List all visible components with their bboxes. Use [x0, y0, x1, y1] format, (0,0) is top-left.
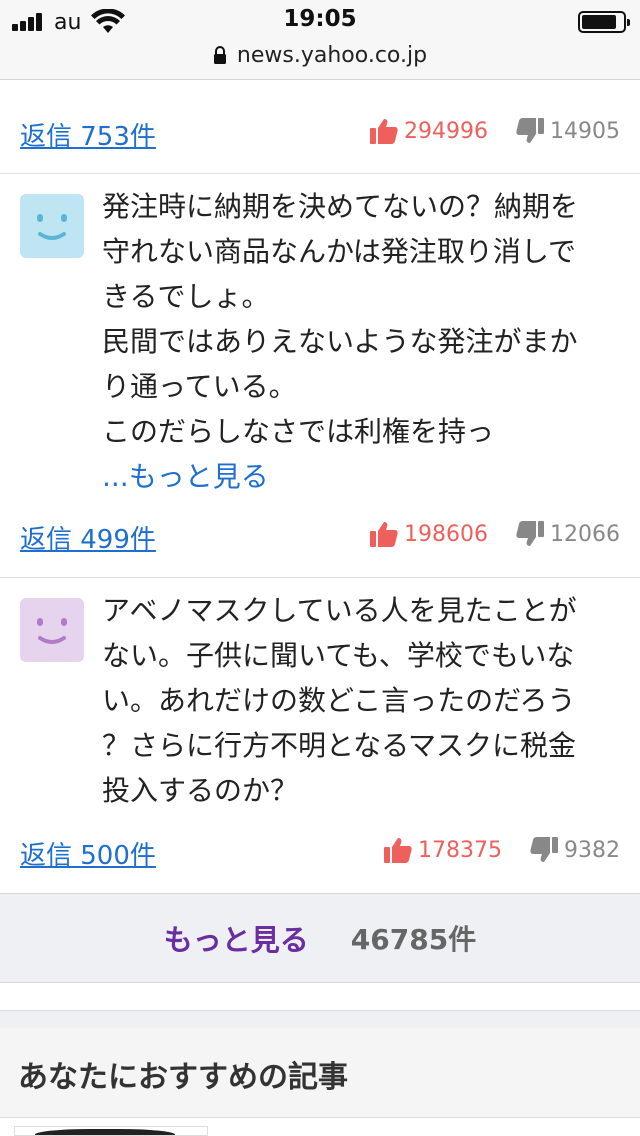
like-count: 294996 [404, 118, 488, 144]
comment-line: ない。子供に聞いても、学校でもいな [102, 639, 575, 672]
load-more-bar: もっと見る 46785件 [0, 893, 640, 983]
vote-group: 294996 14905 [370, 118, 620, 144]
url-text: news.yahoo.co.jp [236, 42, 428, 68]
comment-total-count: 46785件 [350, 923, 477, 956]
dislike-count: 12066 [550, 521, 620, 547]
comment-line: ？さらに行方不明となるマスクに税金 [102, 729, 577, 762]
avatar [20, 194, 84, 258]
lock-icon [213, 46, 226, 64]
dislike-count: 9382 [564, 837, 620, 863]
vote-group: 198606 12066 [370, 521, 620, 547]
read-more-link[interactable]: ...もっと見る [102, 454, 622, 499]
address-bar[interactable]: news.yahoo.co.jp [0, 40, 640, 70]
thumbs-up-icon [370, 119, 398, 144]
thumbnail-image [35, 1129, 175, 1135]
reply-link[interactable]: 返信 753件 [20, 116, 156, 153]
dislike-button[interactable]: 9382 [530, 837, 620, 863]
recommend-header: あなたにおすすめの記事 [0, 1028, 640, 1118]
like-count: 198606 [404, 521, 488, 547]
status-bar: au 19:05 news.yahoo.co.jp [0, 0, 640, 80]
thumbs-down-icon [516, 118, 544, 143]
like-button[interactable]: 198606 [370, 521, 488, 547]
dislike-button[interactable]: 14905 [516, 118, 620, 144]
divider [0, 577, 640, 578]
comment-line: 発注時に納期を決めてないの？納期を [102, 190, 579, 223]
comment-body: 発注時に納期を決めてないの？納期を 守れない商品なんかは発注取り消しで きるでし… [102, 184, 622, 499]
avatar [20, 598, 84, 662]
status-time: 19:05 [283, 6, 357, 32]
recommend-title: あなたにおすすめの記事 [18, 1060, 348, 1095]
thumbs-up-icon [384, 838, 412, 863]
divider [0, 173, 640, 174]
comment-body: アベノマスクしている人を見たことが ない。子供に聞いても、学校でもいな い。あれ… [102, 588, 622, 813]
section-gap [0, 1010, 640, 1028]
dislike-button[interactable]: 12066 [516, 521, 620, 547]
comment-line: 民間ではありえないような発注がまか [102, 325, 578, 358]
comment-footer: 返信 753件 294996 14905 [0, 108, 640, 158]
comment-line: い。あれだけの数どこ言ったのだろう [102, 684, 576, 717]
comment-line: このだらしなさでは利権を持っ [102, 415, 495, 448]
like-button[interactable]: 294996 [370, 118, 488, 144]
thumbs-up-icon [370, 522, 398, 547]
thumbs-down-icon [530, 837, 558, 862]
comment-footer: 返信 499件 198606 12066 [0, 511, 640, 561]
comment-line: アベノマスクしている人を見たことが [102, 594, 577, 627]
battery-icon [578, 11, 630, 33]
battery-fill [582, 15, 616, 29]
like-button[interactable]: 178375 [384, 837, 502, 863]
reply-link[interactable]: 返信 499件 [20, 519, 156, 556]
comment-line: きるでしょ。 [102, 280, 270, 313]
comment-line: 投入するのか？ [102, 774, 299, 807]
load-more-button[interactable]: もっと見る [164, 917, 309, 959]
vote-group: 178375 9382 [384, 837, 620, 863]
smiley-icon [37, 618, 67, 644]
comment-footer: 返信 500件 178375 9382 [0, 827, 640, 877]
comment-line: 守れない商品なんかは発注取り消しで [102, 235, 577, 268]
thumbs-down-icon [516, 521, 544, 546]
like-count: 178375 [418, 837, 502, 863]
smiley-icon [37, 214, 67, 240]
dislike-count: 14905 [550, 118, 620, 144]
reply-link[interactable]: 返信 500件 [20, 835, 156, 872]
article-thumbnail[interactable] [14, 1126, 208, 1136]
comment-line: り通っている。 [102, 370, 297, 403]
